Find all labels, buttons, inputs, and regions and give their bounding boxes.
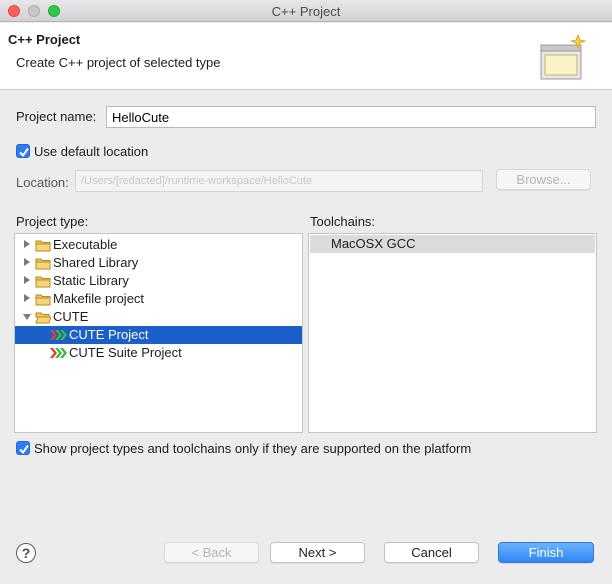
folder-icon — [35, 294, 51, 306]
project-type-label: Project type: — [16, 214, 89, 229]
folder-icon — [35, 276, 51, 288]
expand-arrow-icon[interactable] — [24, 240, 30, 248]
cute-project-icon — [50, 330, 67, 340]
tree-item-makefile-project[interactable]: Makefile project — [15, 290, 302, 308]
folder-icon — [35, 240, 51, 252]
help-icon[interactable]: ? — [16, 543, 36, 563]
new-project-wizard-icon — [540, 33, 587, 80]
toolchains-label: Toolchains: — [310, 214, 376, 229]
wizard-description: Create C++ project of selected type — [16, 55, 221, 70]
tree-item-label: Static Library — [53, 273, 129, 288]
toolchain-item-label: MacOSX GCC — [331, 236, 416, 251]
tree-item-shared-library[interactable]: Shared Library — [15, 254, 302, 272]
title-bar: C++ Project — [0, 0, 612, 22]
back-button[interactable]: < Back — [164, 542, 259, 563]
toolchains-list[interactable]: MacOSX GCC — [308, 233, 597, 433]
folder-icon — [35, 258, 51, 270]
tree-item-label: Executable — [53, 237, 118, 252]
cancel-button[interactable]: Cancel — [384, 542, 479, 563]
tree-item-label: Shared Library — [53, 255, 139, 270]
collapse-arrow-icon[interactable] — [23, 314, 31, 320]
location-value: /Users/[redacted]/runtime-workspace/Hell… — [81, 175, 313, 187]
tree-item-cute-suite-project[interactable]: CUTE Suite Project — [15, 344, 302, 362]
checkmark-icon — [19, 444, 29, 455]
finish-button[interactable]: Finish — [498, 542, 594, 563]
tree-item-label: CUTE — [53, 309, 89, 324]
use-default-location-checkbox[interactable] — [16, 144, 30, 158]
tree-item-cute-project[interactable]: CUTE Project — [15, 326, 302, 344]
location-field[interactable]: /Users/[redacted]/runtime-workspace/Hell… — [75, 170, 483, 192]
tree-item-executable[interactable]: Executable — [15, 236, 302, 254]
open-folder-icon — [35, 312, 51, 324]
wizard-header: C++ Project Create C++ project of select… — [0, 23, 612, 90]
project-type-tree[interactable]: Executable Shared Library Static Library… — [14, 233, 303, 433]
window-title: C++ Project — [271, 4, 341, 19]
tree-item-static-library[interactable]: Static Library — [15, 272, 302, 290]
toolchain-item-macosx-gcc[interactable]: MacOSX GCC — [310, 235, 595, 253]
browse-button[interactable]: Browse... — [496, 169, 591, 190]
tree-item-label: CUTE Suite Project — [69, 345, 182, 360]
use-default-location-label: Use default location — [34, 144, 149, 159]
show-supported-only-label: Show project types and toolchains only i… — [34, 441, 472, 456]
project-name-field[interactable] — [106, 106, 596, 128]
location-label: Location: — [16, 175, 69, 190]
expand-arrow-icon[interactable] — [24, 258, 30, 266]
tree-item-label: Makefile project — [53, 291, 145, 306]
show-supported-only-checkbox[interactable] — [16, 441, 30, 455]
expand-arrow-icon[interactable] — [24, 294, 30, 302]
tree-item-label: CUTE Project — [69, 327, 149, 342]
expand-arrow-icon[interactable] — [24, 276, 30, 284]
cute-suite-project-icon — [50, 348, 67, 358]
wizard-title: C++ Project — [8, 32, 81, 47]
tree-item-cute[interactable]: CUTE — [15, 308, 302, 326]
next-button[interactable]: Next > — [270, 542, 365, 563]
checkmark-icon — [19, 147, 29, 158]
project-name-label: Project name: — [16, 109, 97, 124]
